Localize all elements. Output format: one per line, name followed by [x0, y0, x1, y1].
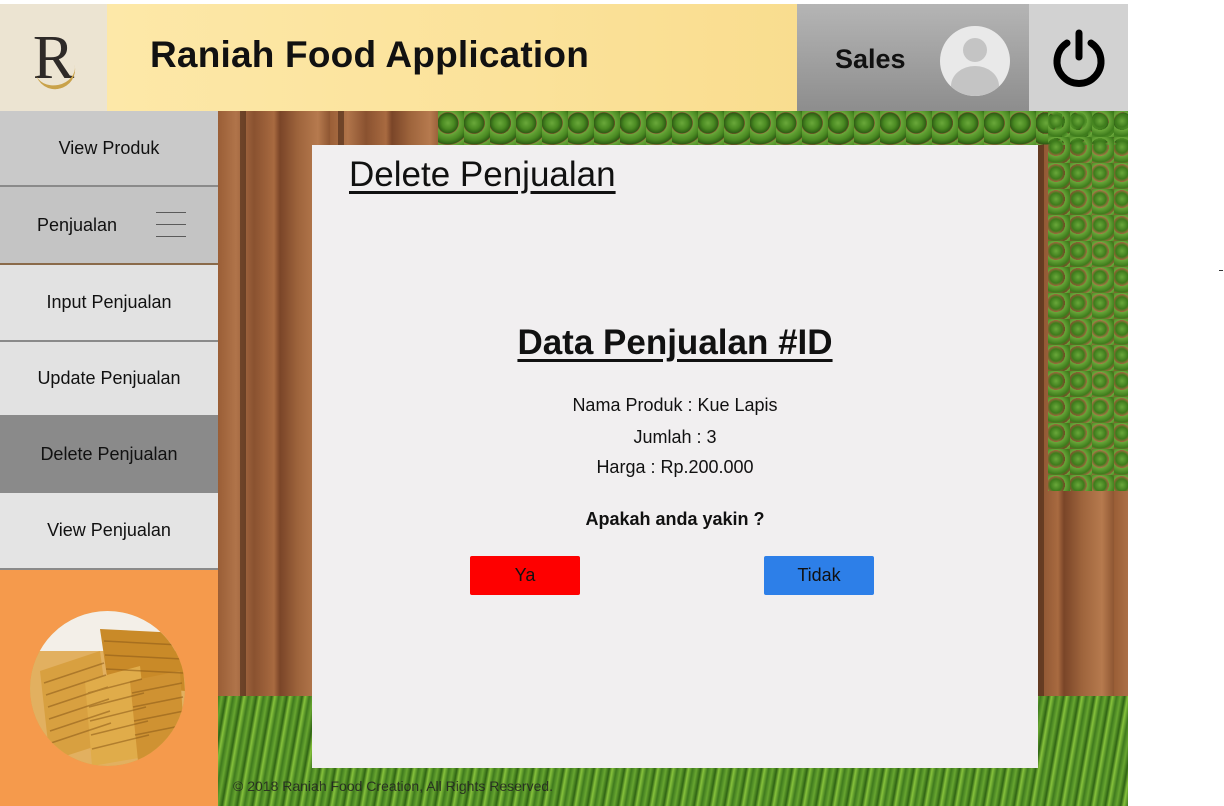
no-button[interactable]: Tidak — [764, 556, 874, 595]
user-avatar-icon[interactable] — [940, 26, 1010, 96]
sidebar-item-view-penjualan[interactable]: View Penjualan — [0, 493, 218, 570]
ivy-leaves-top — [438, 111, 1128, 145]
sidebar-item-label: View Produk — [58, 137, 160, 158]
divider-mark — [1219, 270, 1223, 271]
sidebar-item-label: Penjualan — [37, 214, 118, 235]
sidebar-item-penjualan[interactable]: Penjualan — [0, 187, 218, 265]
title-bar: Raniah Food Application — [107, 4, 797, 111]
sidebar-item-label: View Penjualan — [47, 520, 171, 540]
detail-harga: Harga : Rp.200.000 — [596, 457, 754, 477]
power-icon — [1053, 29, 1104, 87]
cake-illustration — [30, 611, 185, 766]
hamburger-menu-icon[interactable] — [156, 210, 186, 238]
logo-letter: R — [33, 27, 79, 93]
footer-copyright: © 2018 Raniah Food Creation, All Rights … — [233, 778, 554, 794]
user-role: Sales — [835, 44, 906, 74]
app-logo: R — [0, 4, 107, 111]
power-button[interactable] — [1029, 4, 1128, 111]
sidebar: View Produk Penjualan Input Penjualan Up… — [0, 111, 218, 806]
delete-confirmation-card: Delete Penjualan Data Penjualan #ID Nama… — [312, 145, 1038, 768]
avatar-head — [963, 38, 987, 62]
record-title: Data Penjualan #ID — [517, 323, 833, 362]
ivy-leaves-right — [1048, 111, 1128, 491]
sidebar-item-label: Input Penjualan — [46, 292, 172, 312]
app-title: Raniah Food Application — [150, 34, 589, 75]
sidebar-item-view-produk[interactable]: View Produk — [0, 111, 218, 187]
confirm-question: Apakah anda yakin ? — [585, 509, 765, 529]
page-title: Delete Penjualan — [349, 155, 616, 194]
sidebar-item-label: Update Penjualan — [37, 368, 181, 388]
yes-button[interactable]: Ya — [470, 556, 580, 595]
sidebar-item-update-penjualan[interactable]: Update Penjualan — [0, 342, 218, 417]
app-window: R Raniah Food Application Sales View Pro… — [0, 0, 1128, 806]
kue-lapis-image — [30, 611, 185, 766]
sidebar-item-label: Delete Penjualan — [40, 443, 178, 464]
sidebar-item-input-penjualan[interactable]: Input Penjualan — [0, 265, 218, 342]
user-panel: Sales — [797, 4, 1029, 111]
avatar-body — [951, 66, 999, 96]
detail-nama-produk: Nama Produk : Kue Lapis — [572, 395, 778, 415]
sidebar-item-delete-penjualan[interactable]: Delete Penjualan — [0, 417, 218, 493]
detail-jumlah: Jumlah : 3 — [633, 427, 717, 447]
